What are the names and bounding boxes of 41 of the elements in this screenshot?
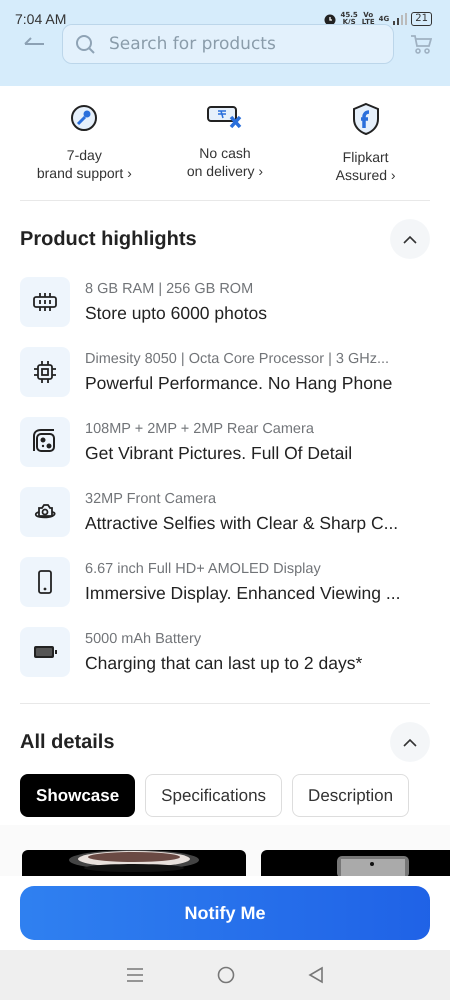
feature-spec: Dimesity 8050 | Octa Core Processor | 3 GHz... bbox=[85, 350, 390, 366]
feature-spec: 6.67 inch Full HD+ AMOLED Display bbox=[85, 560, 322, 576]
section-title: Product highlights bbox=[20, 228, 197, 250]
collapse-button[interactable] bbox=[390, 722, 430, 762]
search-field[interactable]: Search for products bbox=[62, 24, 394, 64]
menu-icon[interactable] bbox=[126, 967, 144, 983]
chip-feature-icon bbox=[20, 347, 70, 397]
front-feature-icon bbox=[20, 487, 70, 537]
signal-icon bbox=[393, 13, 408, 25]
assurance-link[interactable]: Flipkart Assured › bbox=[336, 148, 396, 184]
feature-spec: 32MP Front Camera bbox=[85, 490, 218, 506]
details-tab[interactable]: Specifications bbox=[145, 774, 282, 817]
feature-benefit: Store upto 6000 photos bbox=[85, 302, 267, 324]
notify-me-button[interactable]: Notify Me bbox=[20, 886, 430, 940]
assurance-link[interactable]: 7-day brand support › bbox=[36, 146, 132, 182]
home-icon[interactable] bbox=[216, 966, 235, 984]
details-tab[interactable]: Description bbox=[292, 774, 410, 817]
status-time: 7:04 AM bbox=[15, 11, 66, 27]
assurance-link[interactable]: No cash on delivery › bbox=[186, 144, 264, 180]
display-feature-icon bbox=[20, 557, 70, 607]
section-title: All details bbox=[20, 730, 114, 754]
back-icon[interactable] bbox=[308, 966, 324, 984]
feature-spec: 108MP + 2MP + 2MP Rear Camera bbox=[85, 420, 315, 436]
search-icon bbox=[74, 33, 96, 55]
shield-icon bbox=[350, 102, 381, 136]
collapse-button[interactable] bbox=[390, 219, 430, 259]
details-tab[interactable]: Showcase bbox=[20, 774, 136, 817]
feature-benefit: Immersive Display. Enhanced Viewing ... bbox=[85, 582, 400, 604]
cart-icon[interactable] bbox=[410, 34, 432, 54]
feature-benefit: Charging that can last up to 2 days* bbox=[85, 652, 362, 674]
memory-feature-icon bbox=[20, 277, 70, 327]
battery-indicator: 21 bbox=[411, 12, 432, 26]
feature-benefit: Attractive Selfies with Clear & Sharp C... bbox=[85, 512, 398, 534]
battery-feature-icon bbox=[20, 627, 70, 677]
feature-spec: 5000 mAh Battery bbox=[85, 630, 202, 646]
rear-feature-icon bbox=[20, 417, 70, 467]
chevron-icon bbox=[403, 234, 417, 244]
feature-benefit: Powerful Performance. No Hang Phone bbox=[85, 372, 392, 394]
feature-benefit: Get Vibrant Pictures. Full Of Detail bbox=[85, 442, 352, 464]
chevron-icon bbox=[403, 738, 417, 746]
feature-spec: 8 GB RAM | 256 GB ROM bbox=[85, 280, 254, 296]
